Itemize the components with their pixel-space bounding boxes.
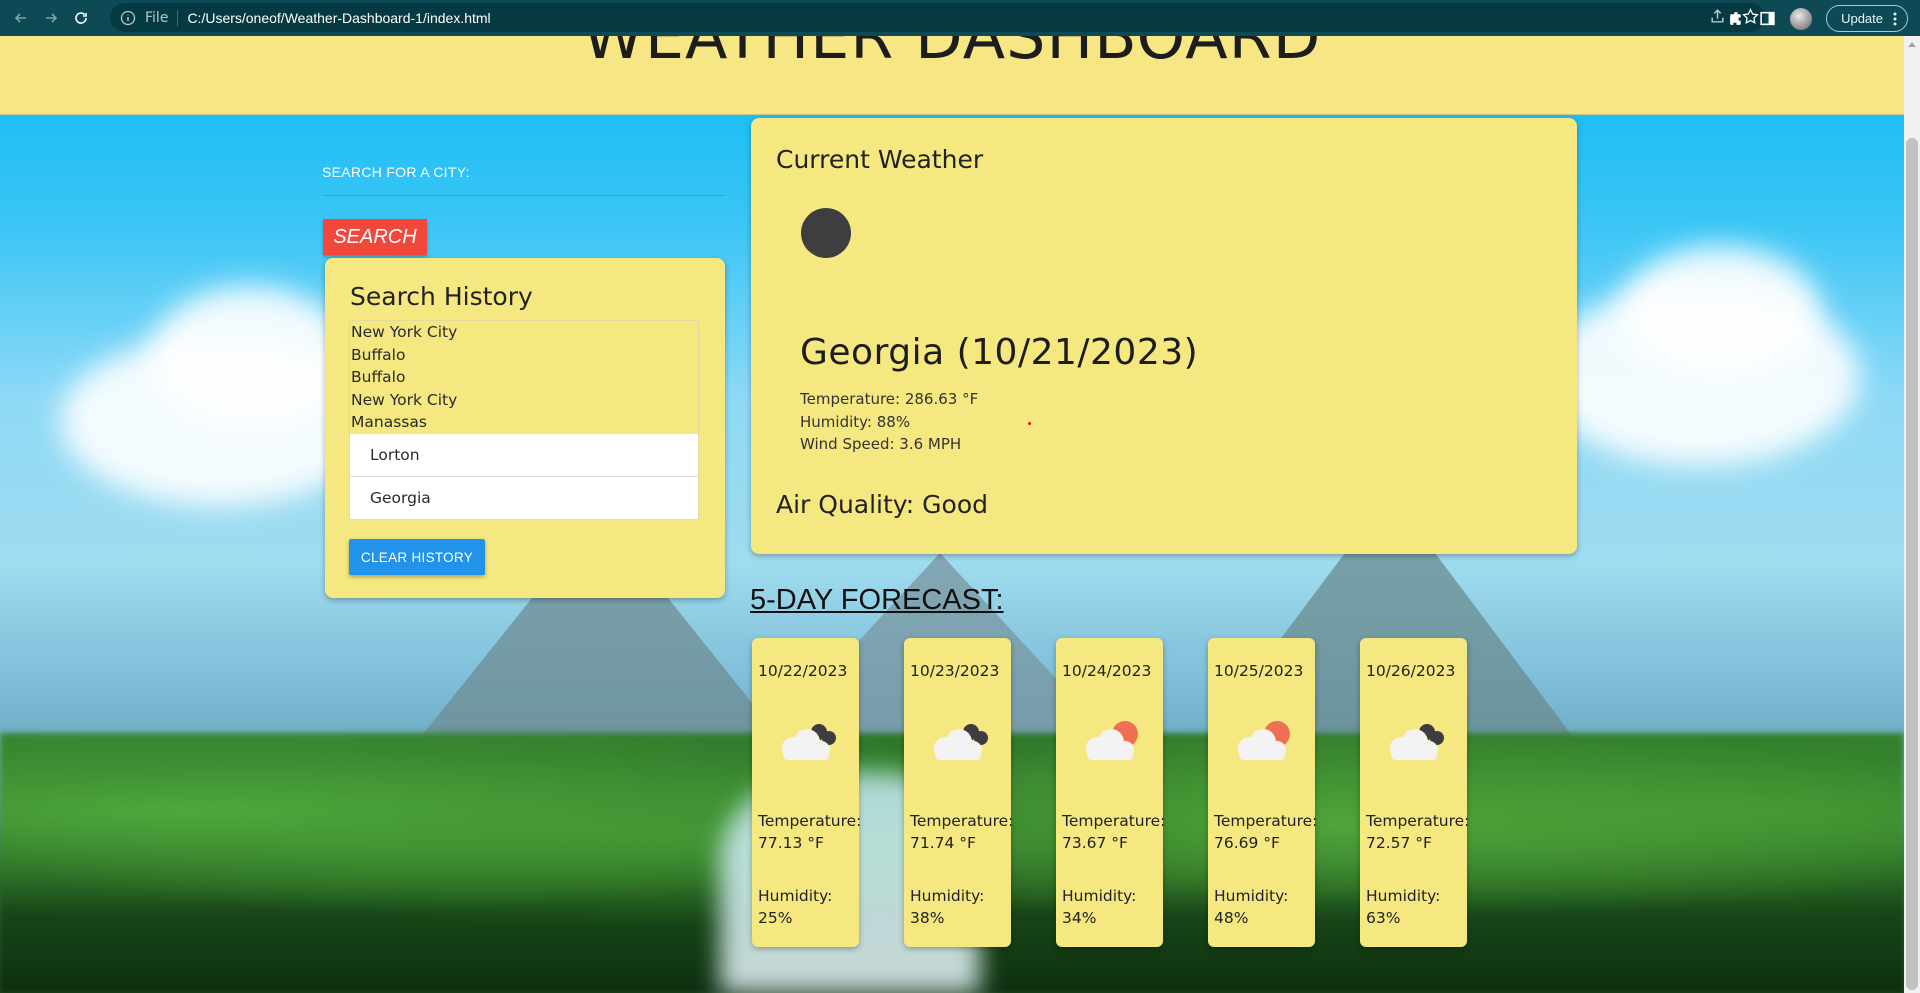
- page-scrollbar[interactable]: [1904, 36, 1920, 993]
- background-cloud: [150, 286, 350, 426]
- current-temperature: Temperature: 286.63 °F: [800, 390, 979, 408]
- extensions-icon[interactable]: [1728, 10, 1745, 27]
- search-history-card: Search History New York City Buffalo Buf…: [325, 258, 725, 598]
- air-quality: Air Quality: Good: [776, 490, 988, 519]
- current-stats: Temperature: 286.63 °F Humidity: 88% Win…: [800, 388, 978, 456]
- history-item[interactable]: Buffalo: [350, 344, 698, 367]
- search-button[interactable]: SEARCH: [323, 219, 427, 255]
- clear-history-button[interactable]: CLEAR HISTORY: [349, 539, 485, 575]
- forward-button[interactable]: [38, 5, 64, 31]
- search-history-title: Search History: [350, 282, 533, 311]
- browser-toolbar: File C:/Users/oneof/Weather-Dashboard-1/…: [0, 0, 1920, 36]
- reload-icon: [75, 12, 87, 24]
- update-label: Update: [1841, 11, 1883, 26]
- forecast-temperature: Temperature: 77.13 °F: [758, 810, 861, 854]
- back-button[interactable]: [8, 5, 34, 31]
- search-label: SEARCH FOR A CITY:: [322, 164, 470, 180]
- history-item-label: Georgia: [370, 488, 431, 507]
- forecast-humidity: Humidity: 25%: [758, 885, 832, 929]
- forecast-hum-label: Humidity:: [1366, 887, 1441, 905]
- forecast-hum-value: 38%: [910, 909, 945, 927]
- page-viewport: WEATHER DASHBOARD SEARCH FOR A CITY: SEA…: [0, 36, 1904, 993]
- history-item[interactable]: New York City: [350, 389, 698, 412]
- forecast-humidity: Humidity: 34%: [1062, 885, 1136, 929]
- reload-button[interactable]: [68, 5, 94, 31]
- profile-avatar[interactable]: [1790, 7, 1813, 30]
- page-header: WEATHER DASHBOARD: [0, 36, 1904, 115]
- history-item-label: Lorton: [370, 445, 420, 464]
- forecast-temperature: Temperature: 73.67 °F: [1062, 810, 1165, 854]
- address-divider: [177, 9, 179, 26]
- current-weather-title: Current Weather: [776, 145, 984, 174]
- info-icon[interactable]: [120, 10, 136, 26]
- current-wind-speed: Wind Speed: 3.6 MPH: [800, 435, 962, 453]
- background-cloud: [1620, 246, 1820, 376]
- forecast-hum-label: Humidity:: [1214, 887, 1289, 905]
- side-panel-icon[interactable]: [1759, 10, 1776, 27]
- history-item[interactable]: Buffalo: [350, 366, 698, 389]
- history-item[interactable]: New York City: [350, 321, 698, 344]
- cloud-dark-icon: [782, 724, 836, 760]
- search-history-list: New York City Buffalo Buffalo New York C…: [349, 320, 699, 520]
- forecast-card: 10/25/2023 Temperature: 76.69 °F Humidit…: [1208, 638, 1317, 947]
- forecast-temp-value: 76.69 °F: [1214, 834, 1280, 852]
- forecast-card: 10/22/2023 Temperature: 77.13 °F Humidit…: [752, 638, 861, 947]
- forecast-card: 10/23/2023 Temperature: 71.74 °F Humidit…: [904, 638, 1013, 947]
- city-search-input[interactable]: [322, 186, 726, 196]
- forecast-hum-value: 25%: [758, 909, 793, 927]
- scrollbar-up-arrow[interactable]: [1908, 42, 1916, 47]
- scrollbar-thumb[interactable]: [1906, 138, 1918, 990]
- cloud-dark-icon: [1390, 724, 1444, 760]
- current-humidity: Humidity: 88%: [800, 412, 911, 431]
- url-text[interactable]: C:/Users/oneof/Weather-Dashboard-1/index…: [187, 10, 490, 26]
- cloud-sun-icon: [1238, 721, 1290, 760]
- forecast-temperature: Temperature: 71.74 °F: [910, 810, 1013, 854]
- forecast-date: 10/22/2023: [758, 662, 848, 680]
- address-bar[interactable]: File C:/Users/oneof/Weather-Dashboard-1/…: [110, 3, 1765, 32]
- share-icon[interactable]: [1709, 8, 1726, 25]
- forecast-date: 10/25/2023: [1214, 662, 1304, 680]
- cursor-dot: [1028, 422, 1031, 425]
- forecast-temp-value: 72.57 °F: [1366, 834, 1432, 852]
- current-city-date: Georgia (10/21/2023): [800, 332, 1199, 373]
- forecast-hum-label: Humidity:: [758, 887, 833, 905]
- forecast-temp-value: 73.67 °F: [1062, 834, 1128, 852]
- forecast-date: 10/24/2023: [1062, 662, 1152, 680]
- current-weather-card: Current Weather Georgia (10/21/2023) Tem…: [751, 118, 1577, 554]
- forecast-heading: 5-DAY FORECAST:: [750, 584, 1004, 616]
- cloud-sun-icon: [1086, 721, 1138, 760]
- forecast-temp-label: Temperature:: [1062, 812, 1166, 830]
- more-vertical-icon: [1893, 12, 1897, 25]
- arrow-right-icon: [46, 13, 58, 23]
- history-item-button[interactable]: Lorton: [350, 433, 698, 477]
- forecast-humidity: Humidity: 48%: [1214, 885, 1288, 929]
- cloud-dark-icon: [934, 724, 988, 760]
- history-item-button[interactable]: Georgia: [350, 476, 698, 520]
- forecast-card: 10/26/2023 Temperature: 72.57 °F Humidit…: [1360, 638, 1469, 947]
- forecast-humidity: Humidity: 38%: [910, 885, 984, 929]
- arrow-left-icon: [14, 13, 26, 23]
- scheme-label: File: [145, 9, 169, 26]
- forecast-temp-value: 71.74 °F: [910, 834, 976, 852]
- forecast-date: 10/23/2023: [910, 662, 1000, 680]
- forecast-temp-label: Temperature:: [1214, 812, 1318, 830]
- forecast-hum-label: Humidity:: [1062, 887, 1137, 905]
- forecast-temp-label: Temperature:: [910, 812, 1014, 830]
- forecast-hum-value: 34%: [1062, 909, 1097, 927]
- forecast-hum-value: 48%: [1214, 909, 1249, 927]
- update-button[interactable]: Update: [1826, 5, 1908, 32]
- dark-circle-icon: [801, 208, 851, 258]
- forecast-temperature: Temperature: 72.57 °F: [1366, 810, 1469, 854]
- forecast-temperature: Temperature: 76.69 °F: [1214, 810, 1317, 854]
- forecast-card: 10/24/2023 Temperature: 73.67 °F Humidit…: [1056, 638, 1165, 947]
- page-title: WEATHER DASHBOARD: [582, 36, 1322, 73]
- history-item[interactable]: Manassas: [350, 411, 698, 434]
- forecast-hum-value: 63%: [1366, 909, 1401, 927]
- forecast-hum-label: Humidity:: [910, 887, 985, 905]
- forecast-date: 10/26/2023: [1366, 662, 1456, 680]
- forecast-humidity: Humidity: 63%: [1366, 885, 1440, 929]
- forecast-temp-label: Temperature:: [758, 812, 862, 830]
- forecast-temp-value: 77.13 °F: [758, 834, 824, 852]
- forecast-temp-label: Temperature:: [1366, 812, 1470, 830]
